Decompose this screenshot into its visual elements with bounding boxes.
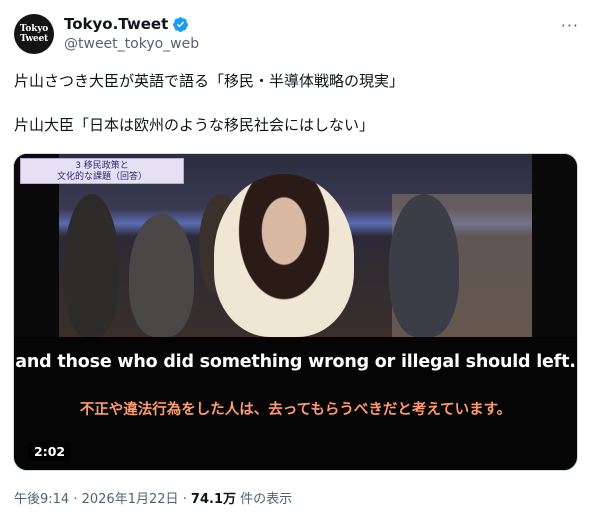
avatar-text-line2: Tweet <box>19 34 49 44</box>
view-count-label: 件の表示 <box>240 492 293 507</box>
tweet-line-2: 片山大臣「日本は欧州のような移民社会にはしない」 <box>14 116 375 134</box>
avatar-text-line1: Tokyo <box>19 24 49 34</box>
video-topic-caption: 3 移民政策と 文化的な課題（回答） <box>20 158 184 184</box>
tweet-body: 片山さつき大臣が英語で語る「移民・半導体戦略の現実」 片山大臣「日本は欧州のよう… <box>14 70 579 136</box>
more-options-icon[interactable]: ··· <box>561 16 579 35</box>
video-duration-badge: 2:02 <box>28 442 72 461</box>
meta-separator: · <box>182 492 191 507</box>
subtitle-japanese: 不正や違法行為をした人は、去ってもらうべきだと考えています。 <box>79 402 512 418</box>
handle[interactable]: @tweet_tokyo_web <box>64 34 199 54</box>
subtitle-english: and those who did something wrong or ill… <box>15 352 576 372</box>
tweet-line-1: 片山さつき大臣が英語で語る「移民・半導体戦略の現実」 <box>14 72 405 90</box>
video-letterbox-right <box>532 154 577 337</box>
meta-separator: · <box>73 492 82 507</box>
tweet-time[interactable]: 午後9:14 <box>14 492 69 507</box>
video-speaker <box>214 174 354 337</box>
video-frame: 3 移民政策と 文化的な課題（回答） <box>14 154 577 337</box>
video-player[interactable]: 3 移民政策と 文化的な課題（回答） and those who did som… <box>13 153 578 471</box>
view-count[interactable]: 74.1万 <box>191 492 236 507</box>
tweet-meta: 午後9:14 · 2026年1月22日 · 74.1万 件の表示 <box>14 488 292 507</box>
tweet-date[interactable]: 2026年1月22日 <box>82 492 179 507</box>
tweet-header: Tokyo Tweet Tokyo.Tweet @tweet_tokyo_web… <box>14 12 579 58</box>
author-names: Tokyo.Tweet @tweet_tokyo_web <box>64 15 199 54</box>
video-topic-line2: 文化的な課題（回答） <box>56 172 147 182</box>
video-person-right <box>389 194 459 337</box>
video-person-left <box>64 194 119 337</box>
video-person-sunglasses <box>129 214 194 337</box>
video-topic-line1: 3 移民政策と <box>75 161 129 171</box>
avatar[interactable]: Tokyo Tweet <box>14 14 54 54</box>
display-name-row[interactable]: Tokyo.Tweet <box>64 15 199 34</box>
verified-badge-icon <box>173 17 189 32</box>
display-name[interactable]: Tokyo.Tweet <box>64 15 168 34</box>
